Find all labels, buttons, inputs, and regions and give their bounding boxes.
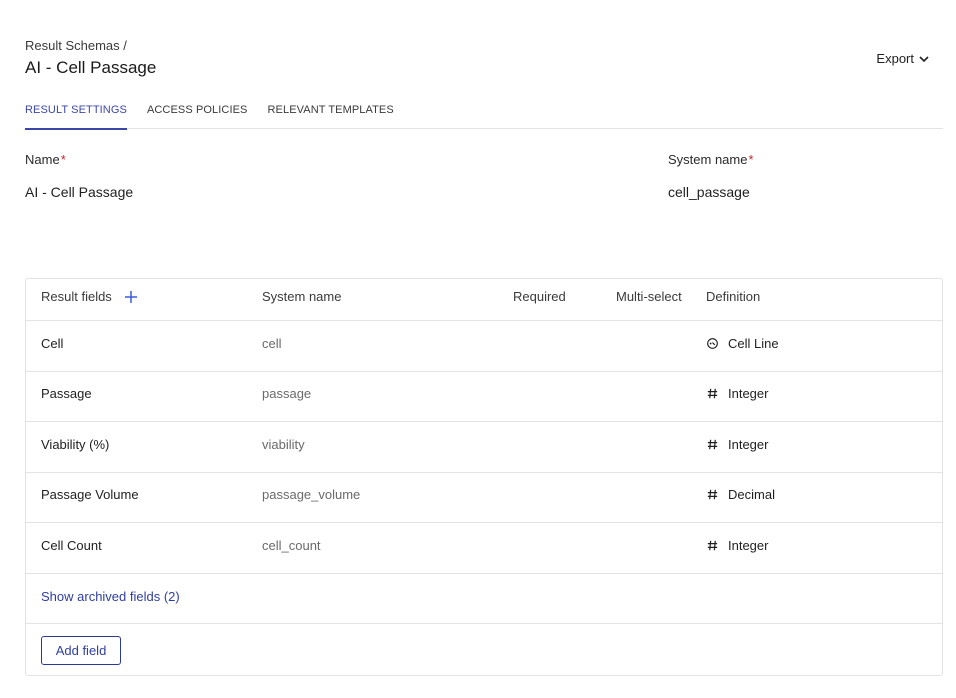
breadcrumb[interactable]: Result Schemas / [25,38,127,53]
field-name: Passage [41,386,92,401]
field-system-name: viability [262,437,305,452]
field-system-name: cell [262,336,282,351]
hash-icon [707,489,718,500]
field-system-name: cell_count [262,538,321,553]
hash-icon [707,388,718,399]
field-definition: Integer [706,386,768,401]
column-header-multi-select: Multi-select [616,289,682,304]
field-definition: Cell Line [706,336,779,351]
column-header-label: Result fields [41,289,112,304]
chevron-down-icon [919,55,929,62]
add-field-button[interactable]: Add field [41,636,121,665]
archived-row: Show archived fields (2) [26,574,942,624]
table-row[interactable]: Cell Count cell_count Integer [26,523,942,574]
required-marker: * [748,152,754,167]
tab-result-settings[interactable]: RESULT SETTINGS [25,100,127,130]
column-header-definition: Definition [706,289,761,304]
definition-label: Integer [728,386,769,401]
page-title: AI - Cell Passage [25,58,157,77]
required-marker: * [60,152,66,167]
column-header-result-fields: Result fields [41,289,138,305]
definition-label: Decimal [728,487,775,502]
field-name: Cell Count [41,538,102,553]
field-definition: Integer [706,538,768,553]
table-row[interactable]: Passage Volume passage_volume Decimal [26,473,942,523]
result-fields-table: Result fields System name Required Multi… [25,278,943,676]
field-name: Viability (%) [41,437,110,452]
hash-icon [707,439,718,450]
table-header: Result fields System name Required Multi… [26,279,942,321]
tab-access-policies[interactable]: ACCESS POLICIES [147,100,248,129]
show-archived-fields-link[interactable]: Show archived fields (2) [41,589,180,604]
export-button[interactable]: Export [876,51,930,66]
table-row[interactable]: Passage passage Integer [26,372,942,422]
field-system-name: passage [262,386,312,401]
system-name-label: System name* [668,152,754,167]
tab-bar: RESULT SETTINGS ACCESS POLICIES RELEVANT… [25,100,943,130]
system-name-value[interactable]: cell_passage [668,184,750,200]
definition-label: Integer [728,538,769,553]
field-definition: Decimal [706,487,775,502]
field-definition: Integer [706,437,768,452]
name-value[interactable]: AI - Cell Passage [25,184,133,200]
name-label: Name* [25,152,66,167]
field-system-name: passage_volume [262,487,361,502]
definition-label: Cell Line [728,336,779,351]
field-name: Passage Volume [41,487,139,502]
table-row[interactable]: Viability (%) viability Integer [26,422,942,473]
name-label-text: Name [25,152,60,167]
hash-icon [707,540,718,551]
plus-icon[interactable] [124,290,138,304]
column-header-system-name: System name [262,289,342,304]
tab-relevant-templates[interactable]: RELEVANT TEMPLATES [268,100,394,129]
table-row[interactable]: Cell cell Cell Line [26,321,942,372]
entity-link-icon [707,338,718,349]
column-header-required: Required [513,289,566,304]
system-name-label-text: System name [668,152,748,167]
definition-label: Integer [728,437,769,452]
field-name: Cell [41,336,64,351]
export-label: Export [876,51,914,66]
